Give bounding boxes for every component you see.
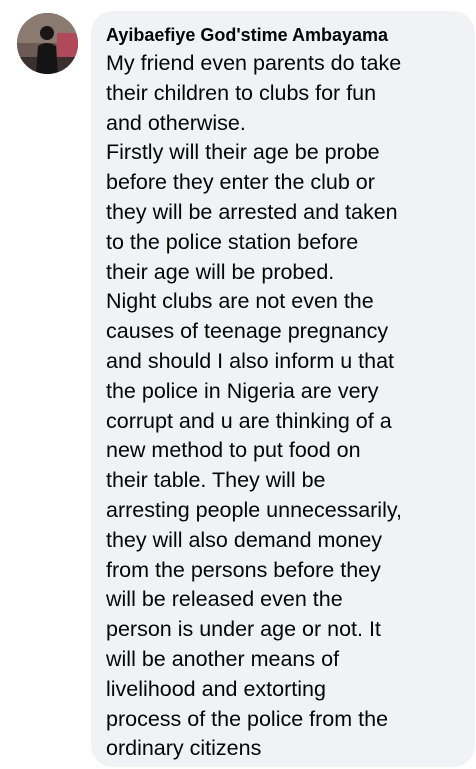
comment-line: and should I also inform u that <box>106 348 395 373</box>
comment-line: and otherwise. <box>106 110 246 135</box>
comment-line: they will be arrested and taken <box>106 199 398 224</box>
profile-photo-icon <box>17 13 78 74</box>
comment-line: before they enter the club or <box>106 170 375 195</box>
comment-line: the police in Nigeria are very <box>106 378 379 403</box>
comment-line: corrupt and u are thinking of a <box>106 408 392 433</box>
comment-line: they will also demand money <box>106 527 383 552</box>
comment-line: Firstly will their age be probe <box>106 140 380 165</box>
comment-line: new method to put food on <box>106 438 361 463</box>
comment-line: their children to clubs for fun <box>106 80 377 105</box>
comment-line: process of the police from the <box>106 706 389 731</box>
avatar[interactable] <box>17 13 78 74</box>
comment-line: will be another means of <box>106 646 340 671</box>
comment-body: My friend even parents do take their chi… <box>106 49 465 764</box>
comment-line: Night clubs are not even the <box>106 289 374 314</box>
comment-line: from the persons before they <box>106 557 381 582</box>
comment-line: person is under age or not. It <box>106 617 381 642</box>
comment-line: arresting people unnecessarily, <box>106 497 402 522</box>
comment-line: their table. They will be <box>106 468 326 493</box>
comment-line: livelihood and extorting <box>106 676 326 701</box>
comment: Ayibaefiye God'stime Ambayama My friend … <box>0 0 476 769</box>
comment-line: ordinary citizens <box>106 736 262 761</box>
comment-line: causes of teenage pregnancy <box>106 319 389 344</box>
comment-line: their age will be probed. <box>106 259 335 284</box>
comment-author[interactable]: Ayibaefiye God'stime Ambayama <box>106 24 465 46</box>
comment-line: to the police station before <box>106 229 359 254</box>
comment-line: will be released even the <box>106 587 343 612</box>
comment-bubble: Ayibaefiye God'stime Ambayama My friend … <box>91 11 475 767</box>
comment-line: My friend even parents do take <box>106 51 402 75</box>
